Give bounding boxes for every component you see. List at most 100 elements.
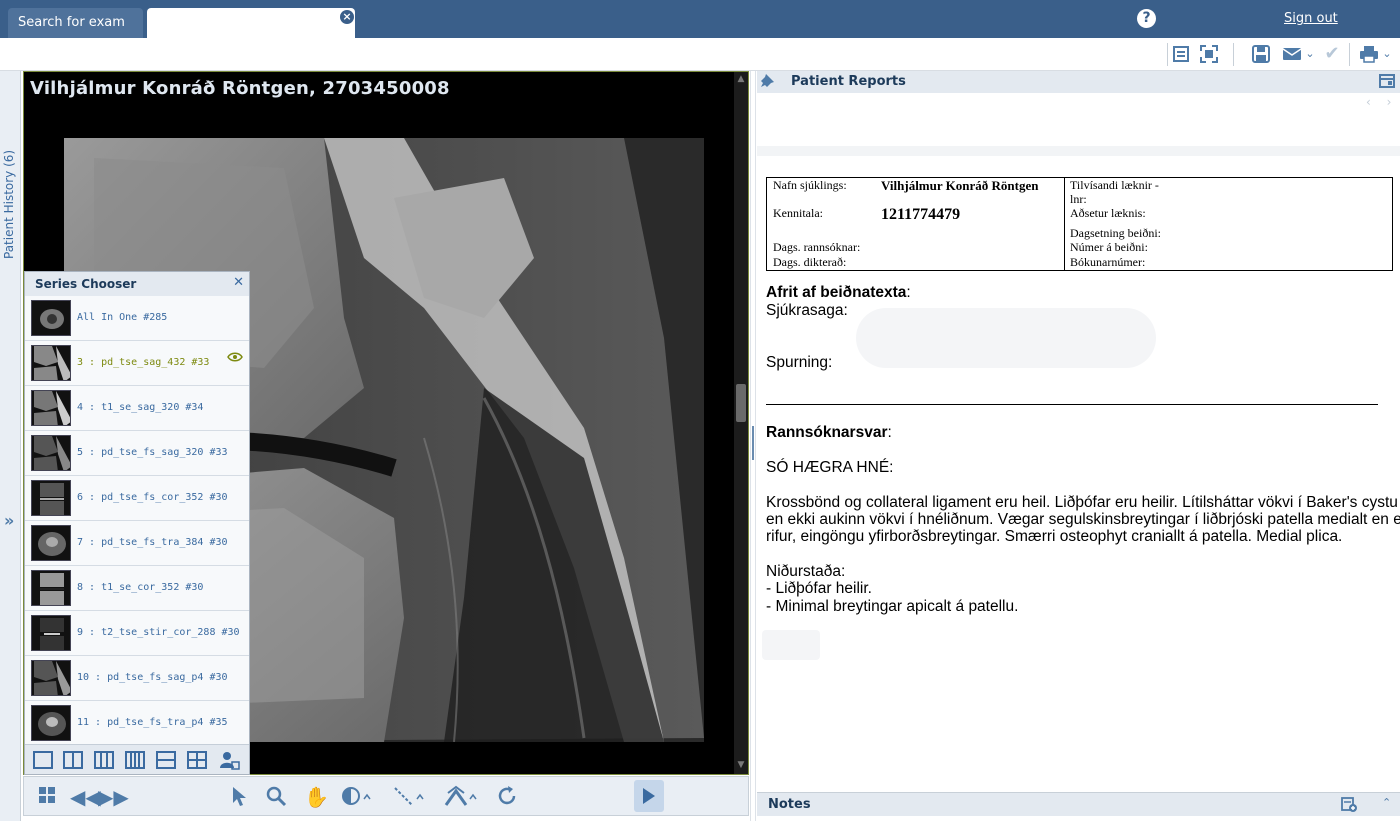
window-level-icon[interactable]: [340, 785, 374, 809]
series-item-10[interactable]: 10 : pd_tse_fs_sag_p4 #30: [25, 656, 249, 701]
layout-1x2-icon[interactable]: [156, 751, 176, 769]
series-item-6[interactable]: 6 : pd_tse_fs_cor_352 #30: [25, 476, 249, 521]
reset-icon[interactable]: [496, 785, 518, 809]
patient-name-label: Nafn sjúklings:: [773, 178, 847, 192]
panel-splitter[interactable]: [750, 71, 756, 821]
patient-history-strip[interactable]: Patient History (6) »: [0, 71, 21, 821]
toolbar-separator: [1349, 43, 1350, 66]
print-icon[interactable]: [1358, 44, 1380, 64]
findings-line-3: rifur, eingöngu yfirborðsbreytingar. Smæ…: [766, 528, 1343, 545]
series-thumbnail: [31, 615, 71, 651]
scroll-down-arrow-icon[interactable]: ▼: [736, 760, 746, 770]
layout-3x1-icon[interactable]: [94, 751, 114, 769]
series-item-5[interactable]: 5 : pd_tse_fs_sag_320 #33: [25, 431, 249, 476]
tab-active-exam[interactable]: ×: [147, 8, 355, 38]
request-date-label: Dagsetning beiðni:: [1070, 226, 1161, 240]
series-item-8[interactable]: 8 : t1_se_cor_352 #30: [25, 566, 249, 611]
pin-icon[interactable]: [760, 72, 776, 92]
fullscreen-icon[interactable]: [1198, 44, 1220, 64]
redacted-signature: [762, 630, 820, 660]
findings-line-2: en ekki aukinn vökvi í hnéliðnum. Vægar …: [766, 511, 1400, 528]
conclusion-item-2: - Minimal breytingar apicalt á patellu.: [766, 598, 1019, 615]
layout-2x1-icon[interactable]: [63, 751, 83, 769]
next-series-icon[interactable]: ▶▶: [98, 785, 129, 809]
findings-heading-line: Rannsóknarsvar:: [766, 424, 892, 442]
toolbar-separator: [1167, 43, 1168, 66]
series-thumbnail: [31, 525, 71, 561]
close-icon[interactable]: ×: [340, 10, 354, 24]
cine-play-button[interactable]: [634, 780, 664, 812]
series-label: All In One #285: [77, 312, 168, 323]
grid-menu-icon[interactable]: [36, 785, 58, 809]
report-navigation[interactable]: ‹ ›: [1366, 95, 1397, 109]
series-label: 6 : pd_tse_fs_cor_352 #30: [77, 492, 228, 503]
pan-hand-icon[interactable]: ✋: [304, 785, 329, 809]
close-icon[interactable]: ✕: [233, 275, 244, 290]
chevron-down-icon[interactable]: ⌄: [1304, 44, 1316, 64]
series-item-4[interactable]: 4 : t1_se_sag_320 #34: [25, 386, 249, 431]
series-chooser-panel: Series Chooser ✕ All In One #285 3 : pd_…: [24, 271, 250, 775]
physician-address-label: Aðsetur læknis:: [1070, 206, 1146, 220]
series-thumbnail: [31, 480, 71, 516]
series-item-all-in-one[interactable]: All In One #285: [25, 296, 249, 341]
save-icon[interactable]: [1250, 44, 1272, 64]
request-number-label: Númer á beiðni:: [1070, 240, 1148, 254]
series-item-3[interactable]: 3 : pd_tse_sag_432 #33: [25, 341, 249, 386]
booking-number-label: Bókunarnúmer:: [1070, 255, 1146, 269]
user-layout-icon[interactable]: [218, 750, 240, 770]
series-item-9[interactable]: 9 : t2_tse_stir_cor_288 #30: [25, 611, 249, 656]
approve-check-icon[interactable]: ✔: [1322, 44, 1342, 64]
copy-heading-line: Afrit af beiðnatexta:: [766, 284, 911, 302]
top-bar: Search for exam × ? Sign out: [0, 0, 1400, 38]
chevron-down-icon[interactable]: ⌄: [1381, 44, 1393, 64]
previous-series-icon[interactable]: ◀◀: [70, 785, 101, 809]
series-item-11[interactable]: 11 : pd_tse_fs_tra_p4 #35: [25, 701, 249, 746]
main-toolbar: ⌄ ✔ ⌄: [0, 38, 1400, 71]
series-thumbnail: [31, 660, 71, 696]
expand-panel-icon[interactable]: »: [4, 511, 14, 530]
add-note-icon[interactable]: [1341, 796, 1357, 816]
chevron-up-icon[interactable]: ⌃: [1382, 796, 1391, 809]
series-thumbnail: [31, 705, 71, 741]
layout-4x1-icon[interactable]: [125, 751, 145, 769]
viewer-toolbar: ◀◀ ▶▶ ✋: [23, 776, 749, 816]
tab-search-for-exam[interactable]: Search for exam: [8, 8, 143, 38]
help-icon[interactable]: ?: [1137, 9, 1156, 28]
conclusion-item-1: - Liðþófar heilir.: [766, 580, 872, 597]
national-id-value: 1211774479: [881, 206, 961, 223]
layout-2x2-icon[interactable]: [187, 751, 207, 769]
splitter-handle[interactable]: [752, 426, 754, 460]
measure-tool-icon[interactable]: [393, 785, 427, 809]
referrer-label: Tilvísandi læknir -: [1070, 178, 1159, 192]
open-report-icon[interactable]: [1379, 73, 1395, 93]
exam-title: SÓ HÆGRA HNÉ:: [766, 459, 894, 476]
series-item-7[interactable]: 7 : pd_tse_fs_tra_384 #30: [25, 521, 249, 566]
series-label: 9 : t2_tse_stir_cor_288 #30: [77, 627, 240, 638]
national-id-label: Kennitala:: [773, 206, 823, 220]
copy-heading: Afrit af beiðnatexta: [766, 284, 907, 301]
notes-bar[interactable]: Notes ⌃: [757, 792, 1400, 816]
series-thumbnail: [31, 570, 71, 606]
patient-reports-title: Patient Reports: [791, 74, 906, 89]
scroll-thumb[interactable]: [736, 384, 746, 422]
zoom-tool-icon[interactable]: [265, 785, 287, 809]
eye-icon: [227, 351, 243, 365]
question-label: Spurning:: [766, 354, 833, 371]
layout-1x1-icon[interactable]: [33, 751, 53, 769]
scroll-up-arrow-icon[interactable]: ▲: [736, 74, 746, 84]
angle-tool-icon[interactable]: [444, 785, 480, 809]
image-stack-scrollbar[interactable]: ▲ ▼: [734, 72, 748, 774]
mail-icon[interactable]: [1281, 44, 1303, 64]
hanging-protocol-icon[interactable]: [1170, 44, 1192, 64]
series-thumbnail: [31, 345, 71, 381]
report-separator: [757, 146, 1400, 156]
patient-history-label[interactable]: Patient History (6): [2, 150, 16, 259]
patient-reports-header: Patient Reports: [757, 71, 1400, 93]
series-chooser-title: Series Chooser: [35, 277, 137, 291]
series-label: 3 : pd_tse_sag_432 #33: [77, 357, 210, 368]
series-label: 4 : t1_se_sag_320 #34: [77, 402, 204, 413]
findings-line-1: Krossbönd og collateral ligament eru hei…: [766, 494, 1398, 511]
pointer-tool-icon[interactable]: [228, 785, 250, 809]
series-thumbnail: [31, 435, 71, 471]
sign-out-link[interactable]: Sign out: [1284, 11, 1338, 26]
